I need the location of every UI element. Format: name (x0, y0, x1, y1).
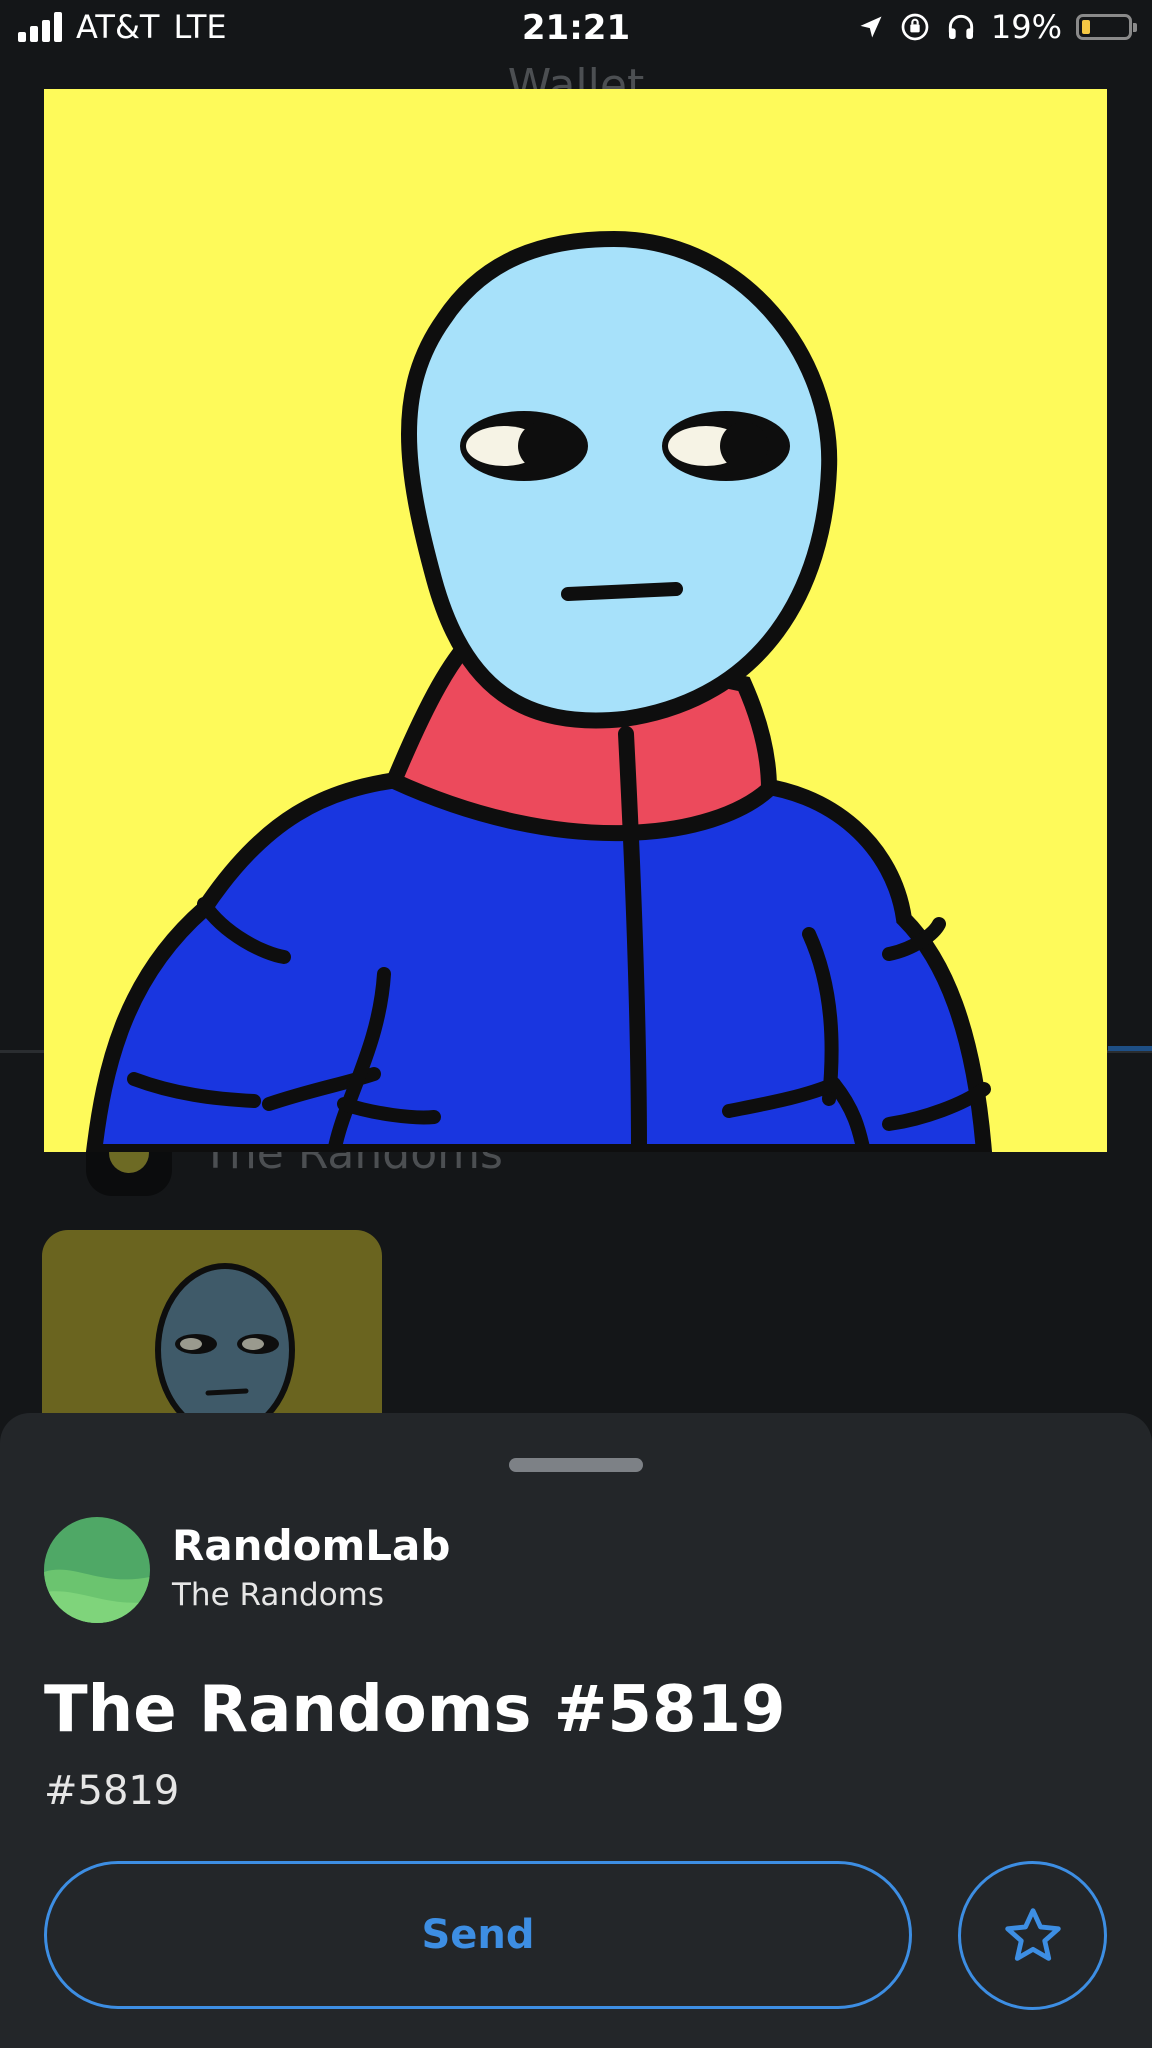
nft-thumbnail-art (155, 1263, 295, 1430)
nft-token-id: #5819 (44, 1768, 180, 1814)
tab-indicator (1108, 1046, 1152, 1051)
nft-thumbnail[interactable] (42, 1230, 382, 1430)
status-bar: AT&T LTE 21:21 19% (0, 0, 1152, 58)
creator-name[interactable]: RandomLab (172, 1521, 450, 1570)
send-button[interactable]: Send (44, 1861, 912, 2009)
location-arrow-icon (860, 16, 882, 38)
nft-detail-sheet: RandomLab The Randoms The Randoms #5819 … (0, 1413, 1152, 2048)
creator-avatar-art (44, 1517, 150, 1623)
nft-artwork (44, 89, 1107, 1152)
creator-collection-name: The Randoms (172, 1577, 385, 1613)
nft-title: The Randoms #5819 (44, 1673, 786, 1747)
star-icon (1004, 1907, 1061, 1961)
battery-icon (1076, 14, 1137, 40)
favorite-button[interactable] (958, 1861, 1107, 2010)
nft-artwork-drawing (44, 89, 1107, 1152)
status-right: 19% (857, 8, 1137, 46)
battery-percent: 19% (990, 8, 1062, 46)
sheet-drag-handle[interactable] (509, 1458, 643, 1472)
headphones-icon (948, 14, 974, 39)
creator-avatar[interactable] (44, 1517, 150, 1623)
orientation-lock-icon (901, 13, 929, 41)
